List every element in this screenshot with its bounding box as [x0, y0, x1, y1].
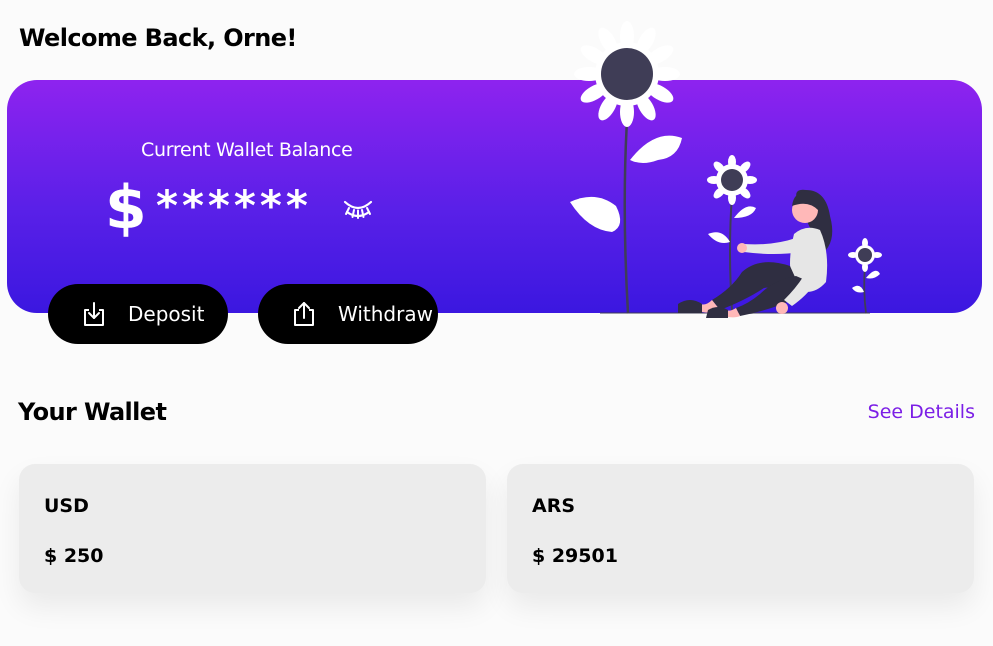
deposit-button[interactable]: Deposit [48, 284, 228, 344]
wallet-card-usd[interactable]: USD $ 250 [19, 464, 486, 593]
wallet-currency-code: ARS [532, 495, 576, 517]
wallet-section-title: Your Wallet [18, 398, 167, 426]
wallet-amount: $ 250 [44, 545, 104, 567]
wallet-currency-code: USD [44, 495, 89, 517]
woman-with-flowers-illustration [570, 21, 882, 318]
dashboard-page: Welcome Back, Orne! Current Wallet Balan… [0, 0, 993, 646]
deposit-label: Deposit [128, 302, 205, 326]
withdraw-button[interactable]: Withdraw [258, 284, 438, 344]
wallet-amount: $ 29501 [532, 545, 618, 567]
eye-closed-icon[interactable] [341, 193, 375, 223]
see-details-link[interactable]: See Details [868, 401, 975, 423]
masked-balance: ****** [156, 181, 312, 230]
balance-currency-symbol: $ [105, 173, 147, 243]
download-icon [84, 302, 104, 326]
upload-icon [294, 302, 314, 326]
wallet-card-ars[interactable]: ARS $ 29501 [507, 464, 974, 593]
welcome-heading: Welcome Back, Orne! [19, 24, 297, 52]
withdraw-label: Withdraw [338, 302, 433, 326]
balance-label: Current Wallet Balance [141, 139, 353, 161]
